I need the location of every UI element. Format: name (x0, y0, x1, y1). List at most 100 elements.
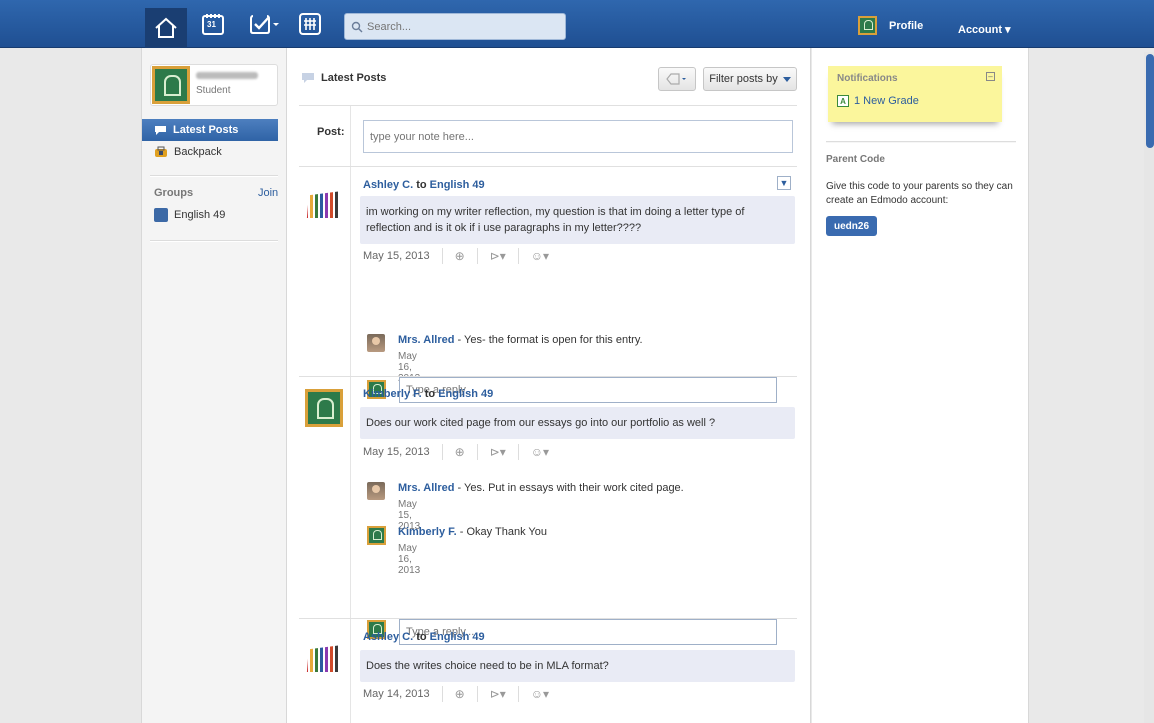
post-date: May 15, 2013 (363, 446, 430, 458)
reply-author[interactable]: Kimberly F. (398, 526, 457, 538)
colored-pencils-avatar (306, 191, 342, 218)
left-sidebar: Student Latest Posts Backpack Groups Joi… (141, 48, 287, 723)
sidebar-item-label: Latest Posts (173, 124, 239, 136)
post-to-text: to (413, 631, 430, 643)
comment-icon[interactable]: ⊕ (455, 249, 465, 263)
reply-text: - Yes- the format is open for this entry… (454, 334, 643, 346)
speech-bubble-icon (302, 73, 314, 83)
divider (299, 105, 797, 106)
post-date: May 15, 2013 (363, 250, 430, 262)
post-options-chevron-icon[interactable]: ▼ (777, 176, 791, 190)
post-body: Does our work cited page from our essays… (360, 407, 795, 439)
account-menu[interactable]: Account ▾ (958, 23, 1011, 36)
home-icon[interactable] (145, 8, 187, 48)
tag-icon[interactable]: ⊳▾ (490, 249, 506, 263)
post-author-line: Ashley C. to English 49 (363, 179, 485, 191)
post-author[interactable]: Ashley C. (363, 631, 413, 643)
reply-avatar (367, 526, 386, 545)
post-author[interactable]: Kimberly F. (363, 388, 422, 400)
tag-icon[interactable]: ⊳▾ (490, 687, 506, 701)
profile-link[interactable]: Profile (858, 16, 923, 35)
reaction-icon[interactable]: ☺▾ (531, 445, 549, 459)
post-author-line: Ashley C. to English 49 (363, 631, 485, 643)
notifications-title: Notifications (837, 73, 898, 84)
calendar-day: 31 (207, 20, 216, 29)
tag-icon[interactable]: ⊳▾ (490, 445, 506, 459)
profile-avatar (858, 16, 877, 35)
parent-code-badge[interactable]: uedn26 (826, 216, 878, 236)
assignments-icon[interactable] (243, 9, 285, 39)
user-role: Student (196, 85, 231, 96)
post-meta: May 14, 2013 ⊕ ⊳▾ ☺▾ (363, 686, 549, 702)
feed-title: Latest Posts (321, 72, 387, 84)
reply-author[interactable]: Mrs. Allred (398, 482, 454, 494)
post-date: May 14, 2013 (363, 688, 430, 700)
post-author[interactable]: Ashley C. (363, 179, 413, 191)
new-post-input[interactable] (363, 120, 793, 153)
tag-filter-button[interactable] (658, 67, 696, 91)
post-author-line: Kimberly F. to English 49 (363, 388, 493, 400)
teacher-avatar (367, 482, 385, 500)
sidebar-item-backpack[interactable]: Backpack (154, 146, 222, 158)
user-card[interactable]: Student (150, 64, 278, 106)
teacher-avatar (367, 334, 385, 352)
post-meta: May 15, 2013 ⊕ ⊳▾ ☺▾ (363, 444, 549, 460)
post-to-text: to (421, 388, 439, 400)
post-author-avatar (305, 389, 343, 427)
search-icon (351, 21, 363, 32)
reply-date: May 16, 2013 (398, 543, 421, 576)
notification-text: 1 New Grade (854, 95, 919, 107)
feed-header: Latest Posts (301, 72, 386, 84)
groups-header: Groups (154, 187, 194, 199)
scrollbar-track[interactable] (1144, 52, 1154, 723)
group-color-swatch (154, 208, 168, 222)
post-item: Kimberly F. to English 49 Does our work … (287, 376, 811, 645)
calendar-icon[interactable]: 31 (199, 9, 227, 39)
reaction-icon[interactable]: ☺▾ (531, 249, 549, 263)
comment-icon[interactable]: ⊕ (455, 445, 465, 459)
reply-block: Kimberly F. - Okay Thank You May 16, 201… (367, 526, 547, 576)
chevron-down-icon (782, 76, 791, 82)
post-item: Ashley C. to English 49 Does the writes … (287, 618, 811, 723)
filter-label: Filter posts by (709, 73, 778, 85)
tag-icon (666, 73, 686, 85)
reaction-icon[interactable]: ☺▾ (531, 687, 549, 701)
notification-item[interactable]: A 1 New Grade (837, 95, 919, 107)
group-label: English 49 (174, 209, 226, 221)
minimize-icon[interactable]: – (986, 72, 995, 81)
post-meta: May 15, 2013 ⊕ ⊳▾ ☺▾ (363, 248, 549, 264)
divider (150, 240, 278, 242)
reply-text: - Yes. Put in essays with their work cit… (454, 482, 684, 494)
search-input[interactable] (367, 20, 547, 33)
scrollbar-thumb[interactable] (1146, 54, 1154, 148)
divider (826, 141, 1016, 143)
comment-icon[interactable]: ⊕ (455, 687, 465, 701)
notifications-panel: Notifications – A 1 New Grade (828, 66, 1002, 122)
reply-block: Mrs. Allred - Yes. Put in essays with th… (367, 482, 684, 532)
post-group[interactable]: English 49 (430, 179, 485, 191)
profile-label: Profile (889, 19, 924, 32)
join-group-link[interactable]: Join (258, 187, 278, 199)
grade-icon: A (837, 95, 849, 107)
sidebar-item-label: Backpack (174, 146, 222, 158)
search-box[interactable] (344, 13, 566, 40)
apps-grid-icon[interactable] (297, 9, 323, 39)
post-group[interactable]: English 49 (430, 631, 485, 643)
sidebar-group-english-49[interactable]: English 49 (154, 208, 225, 222)
user-name-redacted (196, 72, 258, 79)
parent-code-description: Give this code to your parents so they c… (826, 181, 1013, 206)
post-group[interactable]: English 49 (438, 388, 493, 400)
backpack-icon (155, 146, 167, 157)
post-to-text: to (413, 179, 430, 191)
post-label: Post: (317, 126, 345, 138)
parent-code-title: Parent Code (826, 154, 885, 165)
post-body: Does the writes choice need to be in MLA… (360, 650, 795, 682)
colored-pencils-avatar (306, 645, 342, 672)
post-body: im working on my writer reflection, my q… (360, 196, 795, 244)
speech-bubble-icon (155, 125, 166, 135)
top-navigation-bar: 31 Profile Account ▾ (0, 0, 1154, 48)
sidebar-item-latest-posts[interactable]: Latest Posts (142, 119, 278, 141)
divider (150, 175, 278, 177)
filter-posts-button[interactable]: Filter posts by (703, 67, 797, 91)
reply-author[interactable]: Mrs. Allred (398, 334, 454, 346)
